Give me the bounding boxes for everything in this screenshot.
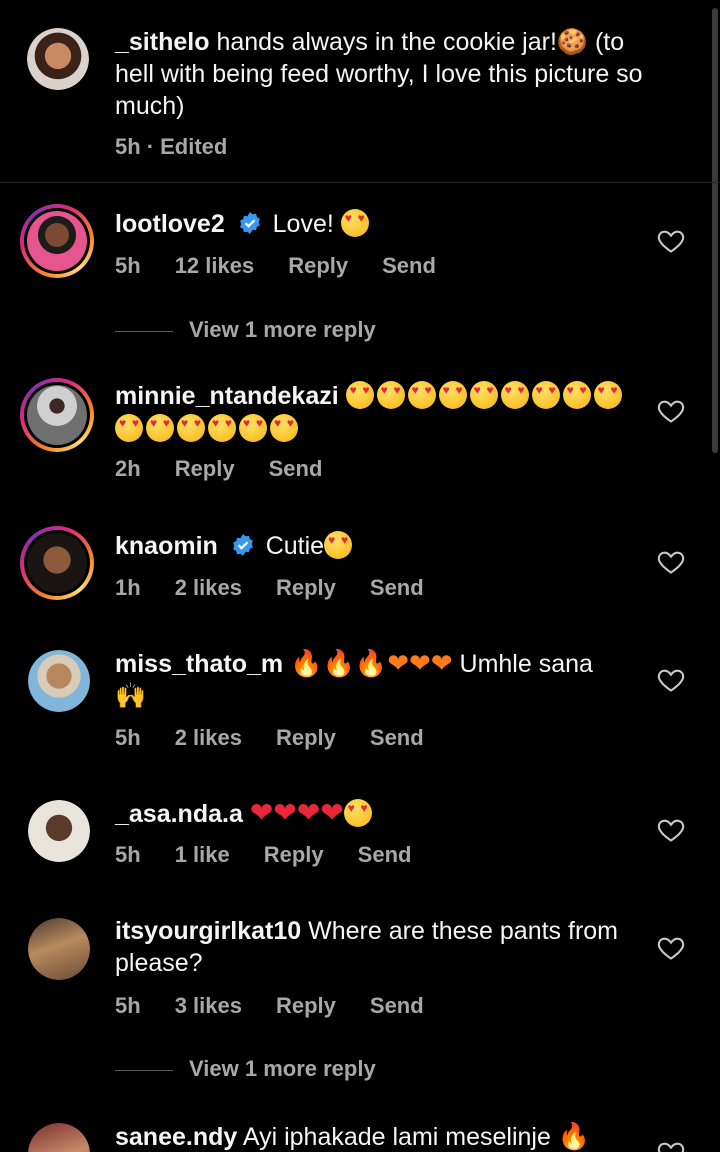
avatar[interactable] — [28, 918, 90, 980]
view-more-replies[interactable]: View 1 more reply — [115, 317, 376, 343]
verified-badge-icon — [232, 534, 253, 556]
comment-username[interactable]: miss_thato_m — [115, 650, 283, 678]
emoji-suffix: 🙌 — [115, 682, 147, 710]
reply-button[interactable]: Reply — [276, 725, 336, 750]
heart-outline-icon[interactable] — [657, 817, 685, 843]
heart-outline-icon[interactable] — [657, 667, 685, 693]
comment-text: Cutie — [265, 532, 325, 560]
caption-time: 5h — [115, 134, 141, 159]
send-button[interactable]: Send — [358, 842, 412, 867]
avatar[interactable] — [28, 1123, 90, 1152]
heart-outline-icon[interactable] — [657, 549, 685, 575]
verified-badge-icon — [239, 212, 260, 234]
heart-eyes-emoji — [340, 209, 369, 237]
caption-username[interactable]: _sithelo — [115, 28, 209, 56]
avatar[interactable] — [20, 378, 94, 452]
comment-time: 1h — [115, 575, 141, 600]
reply-button[interactable]: Reply — [264, 842, 324, 867]
send-button[interactable]: Send — [382, 253, 436, 278]
heart-eyes-emoji — [343, 799, 372, 827]
reply-button[interactable]: Reply — [276, 575, 336, 600]
heart-outline-icon[interactable] — [657, 1140, 685, 1152]
comment-text: Umhle sana — [459, 650, 593, 678]
avatar[interactable] — [20, 204, 94, 278]
comment-time: 5h — [115, 725, 141, 750]
avatar[interactable] — [20, 526, 94, 600]
avatar[interactable] — [28, 650, 90, 712]
avatar[interactable] — [28, 800, 90, 862]
send-button[interactable]: Send — [370, 993, 424, 1018]
post-caption: _sithelo hands always in the cookie jar!… — [0, 0, 720, 183]
comment-likes[interactable]: 1 like — [175, 842, 230, 867]
comment-likes[interactable]: 2 likes — [175, 575, 242, 600]
comment-likes[interactable]: 12 likes — [175, 253, 255, 278]
reply-button[interactable]: Reply — [288, 253, 348, 278]
send-button[interactable]: Send — [269, 456, 323, 481]
comment-time: 5h — [115, 993, 141, 1018]
avatar[interactable] — [27, 28, 89, 90]
comment-username[interactable]: _asa.nda.a — [115, 800, 243, 828]
fire-emoji: 🔥 — [557, 1121, 591, 1151]
comment-username[interactable]: lootlove2 — [115, 210, 225, 238]
comment-text: Love! — [272, 210, 334, 238]
caption-meta: 5h · Edited — [115, 134, 261, 160]
emoji-string: 🔥🔥🔥❤❤❤ — [290, 648, 453, 678]
comment-time: 5h — [115, 253, 141, 278]
reply-button[interactable]: Reply — [276, 993, 336, 1018]
comment-time: 2h — [115, 456, 141, 481]
view-more-replies[interactable]: View 1 more reply — [115, 1056, 376, 1082]
comment-time: 5h — [115, 842, 141, 867]
comment-username[interactable]: knaomin — [115, 532, 218, 560]
comment-likes[interactable]: 3 likes — [175, 993, 242, 1018]
reply-button[interactable]: Reply — [175, 456, 235, 481]
comment-username[interactable]: minnie_ntandekazi — [115, 382, 339, 410]
heart-outline-icon[interactable] — [657, 228, 685, 254]
comment-likes[interactable]: 2 likes — [175, 725, 242, 750]
comment-text: Ayi iphakade lami meselinje — [242, 1123, 551, 1151]
heart-outline-icon[interactable] — [657, 398, 685, 424]
send-button[interactable]: Send — [370, 725, 424, 750]
caption-edited: · Edited — [146, 134, 228, 159]
comment-username[interactable]: itsyourgirlkat10 — [115, 917, 301, 945]
send-button[interactable]: Send — [370, 575, 424, 600]
hearts-emoji: ❤❤❤❤ — [249, 797, 344, 828]
comment-username[interactable]: sanee.ndy — [115, 1123, 237, 1151]
heart-outline-icon[interactable] — [657, 935, 685, 961]
heart-eyes-emoji — [324, 531, 353, 559]
